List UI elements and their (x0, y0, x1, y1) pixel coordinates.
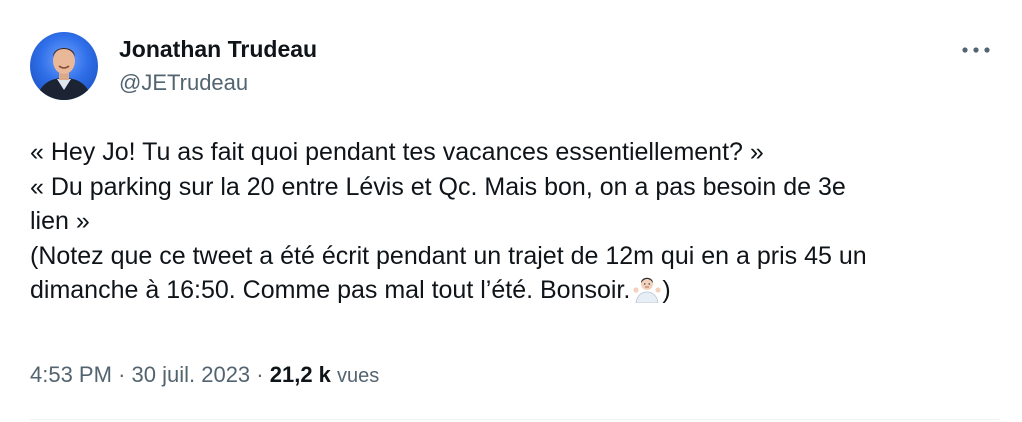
author-name[interactable]: Jonathan Trudeau (119, 36, 317, 63)
views-count[interactable]: 21,2 k (270, 362, 331, 387)
tweet-line: « Du parking sur la 20 entre Lévis et Qc… (30, 172, 846, 201)
man-shrugging-emoji-icon (632, 273, 662, 304)
author-handle[interactable]: @JETrudeau (119, 70, 248, 96)
more-options-icon (962, 47, 990, 53)
tweet-text: « Hey Jo! Tu as fait quoi pendant tes va… (30, 135, 1000, 308)
tweet-line: dimanche à 16:50. Comme pas mal tout l’é… (30, 276, 631, 304)
tweet-date[interactable]: 30 juil. 2023 (132, 362, 251, 387)
tweet-line-with-emoji: dimanche à 16:50. Comme pas mal tout l’é… (30, 273, 1000, 308)
tweet-line: « Hey Jo! Tu as fait quoi pendant tes va… (30, 138, 764, 166)
more-options-button[interactable] (956, 36, 996, 64)
tweet-card: Jonathan Trudeau @JETrudeau « Hey Jo! Tu… (0, 0, 1022, 422)
tweet-time[interactable]: 4:53 PM (30, 362, 112, 387)
meta-separator: · (118, 362, 126, 387)
avatar[interactable] (30, 32, 98, 100)
tweet-meta: 4:53 PM · 30 juil. 2023 · 21,2 k vues (30, 362, 379, 388)
tweet-line: ) (662, 276, 671, 304)
profile-photo (36, 48, 92, 100)
meta-separator: · (256, 362, 264, 387)
divider (30, 419, 1000, 420)
views-label: vues (337, 365, 380, 387)
tweet-line: lien » (30, 207, 90, 235)
tweet-line: (Notez que ce tweet a été écrit pendant … (30, 241, 867, 270)
